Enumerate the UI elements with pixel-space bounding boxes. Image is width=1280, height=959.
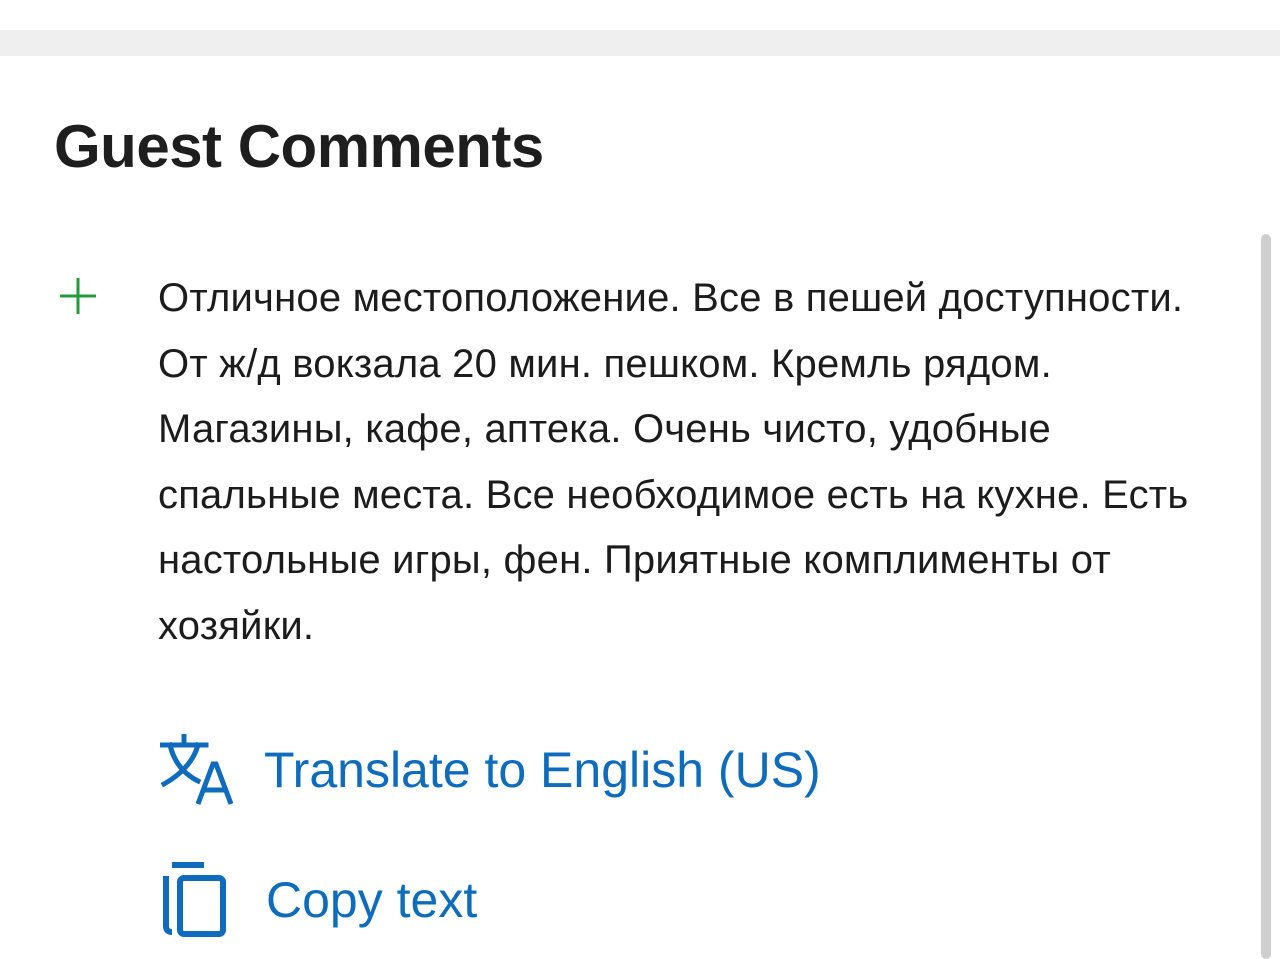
copy-label: Copy text [266,872,478,928]
translate-label: Translate to English (US) [264,742,821,798]
plus-icon [60,278,96,314]
translate-button[interactable]: Translate to English (US) [160,734,821,806]
scrollbar[interactable] [1261,234,1271,959]
section-divider [0,30,1280,56]
copy-icon [160,862,234,937]
review-text: Отличное местоположение. Все в пешей дос… [158,276,1189,648]
page-title: Guest Comments [54,113,544,180]
guest-comments-panel: Guest Comments Отличное местоположение. … [0,0,1280,959]
translate-icon [160,733,234,807]
top-band [0,0,1280,30]
copy-text-button[interactable]: Copy text [160,862,477,938]
